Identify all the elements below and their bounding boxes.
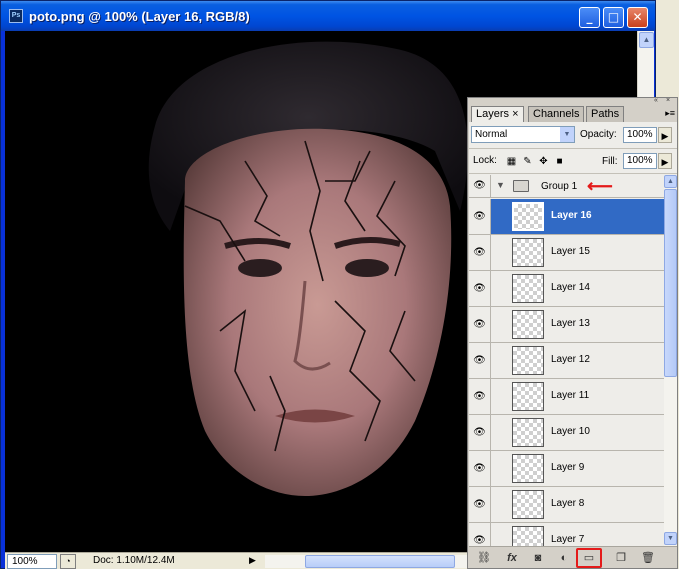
opacity-field[interactable]: 100% (623, 127, 657, 143)
blend-mode-select[interactable]: Normal ▼ (471, 126, 575, 143)
visibility-eye-icon[interactable]: 👁 (469, 307, 491, 342)
layers-scrollbar[interactable]: ▲ ▼ (664, 175, 677, 546)
tab-paths[interactable]: Paths (586, 106, 625, 122)
layer-thumbnail (512, 238, 544, 267)
layer-row[interactable]: 👁 Layer 11 (469, 379, 664, 415)
layer-row[interactable]: 👁 Layer 7 (469, 523, 664, 546)
layer-row[interactable]: 👁 Layer 14 (469, 271, 664, 307)
layer-name: Layer 11 (551, 390, 590, 401)
layer-name: Layer 15 (551, 246, 590, 257)
layer-thumbnail (512, 274, 544, 303)
tab-channels[interactable]: Channels (528, 106, 585, 122)
trash-icon[interactable]: 🗑 (639, 550, 657, 566)
layer-thumbnail (512, 490, 544, 519)
visibility-eye-icon[interactable]: 👁 (469, 199, 491, 234)
visibility-eye-icon[interactable]: 👁 (469, 175, 491, 197)
layer-thumbnail (512, 202, 544, 231)
layer-name: Layer 12 (551, 354, 590, 365)
visibility-eye-icon[interactable]: 👁 (469, 235, 491, 270)
layer-row[interactable]: 👁 Layer 8 (469, 487, 664, 523)
panel-body: Normal ▼ Opacity: 100% ▶ Lock: ▦ ✎ ✥ ■ F… (469, 122, 677, 568)
lock-position-icon[interactable]: ✥ (538, 156, 549, 167)
maximize-button[interactable]: □ (603, 7, 624, 28)
lock-image-icon[interactable]: ✎ (522, 156, 533, 167)
link-icon[interactable]: ⛓ (475, 550, 493, 566)
layer-thumbnail (512, 382, 544, 411)
close-button[interactable]: ✕ (627, 7, 648, 28)
layer-row[interactable]: 👁 Layer 10 (469, 415, 664, 451)
red-highlight-annotation (576, 548, 602, 568)
layer-name: Layer 9 (551, 462, 585, 473)
lock-all-icon[interactable]: ■ (554, 156, 565, 167)
new-layer-icon[interactable]: ❐ (612, 550, 630, 566)
scroll-down-icon[interactable]: ▼ (664, 532, 677, 545)
status-expand-icon[interactable]: ▶ (249, 555, 256, 566)
layer-name: Layer 13 (551, 318, 590, 329)
layer-row[interactable]: 👁 Layer 9 (469, 451, 664, 487)
visibility-eye-icon[interactable]: 👁 (469, 271, 491, 306)
panel-close-icon[interactable]: × (666, 97, 674, 105)
doc-size-info: Doc: 1.10M/12.4M (93, 555, 175, 566)
layer-row[interactable]: 👁 Layer 16 (469, 199, 664, 235)
tab-layers[interactable]: Layers × (471, 106, 524, 123)
visibility-eye-icon[interactable]: 👁 (469, 487, 491, 522)
expand-triangle-icon[interactable]: ▼ (496, 180, 505, 190)
fill-label: Fill: (602, 156, 618, 167)
layers-panel: « × Layers × Channels Paths ▸≡ Normal ▼ … (467, 97, 678, 569)
red-arrow-annotation: ⟵ (587, 176, 613, 196)
layer-thumbnail (512, 454, 544, 483)
folder-icon (513, 180, 529, 192)
layer-name: Layer 16 (551, 210, 592, 221)
layer-name: Layer 8 (551, 498, 585, 509)
opacity-slider-icon[interactable]: ▶ (658, 127, 672, 143)
status-menu-icon[interactable]: ◔ (60, 554, 76, 569)
layer-thumbnail (512, 526, 544, 546)
panel-menu-icon[interactable]: ▸≡ (665, 108, 675, 119)
layers-list: 👁 ▼ Group 1 ⟵ 👁 Layer 16 👁 Layer 15 👁 La… (469, 175, 664, 546)
horizontal-scroll-thumb[interactable] (305, 555, 455, 568)
scroll-up-icon[interactable]: ▲ (664, 175, 677, 188)
layer-name: Layer 10 (551, 426, 590, 437)
visibility-eye-icon[interactable]: 👁 (469, 451, 491, 486)
chevron-down-icon[interactable]: ▼ (560, 127, 574, 142)
layers-scroll-thumb[interactable] (664, 189, 677, 377)
panel-collapse-icon[interactable]: « (654, 97, 662, 105)
panel-header[interactable]: « × (468, 97, 677, 106)
fx-icon[interactable]: fx (503, 550, 521, 566)
layer-thumbnail (512, 418, 544, 447)
zoom-field[interactable]: 100% (7, 554, 57, 569)
visibility-eye-icon[interactable]: 👁 (469, 379, 491, 414)
window-title: poto.png @ 100% (Layer 16, RGB/8) (29, 9, 250, 24)
panel-tabs: Layers × Channels Paths (471, 106, 676, 123)
lock-label: Lock: (473, 155, 497, 166)
scroll-up-icon[interactable]: ▲ (639, 32, 654, 48)
layer-name: Layer 7 (551, 534, 585, 545)
layer-row[interactable]: 👁 Layer 15 (469, 235, 664, 271)
fill-slider-icon[interactable]: ▶ (658, 153, 672, 169)
tab-close-icon[interactable]: × (512, 108, 518, 120)
adjustment-icon[interactable]: ◐ (555, 550, 573, 566)
mask-icon[interactable]: ◙ (529, 550, 547, 566)
photoshop-icon: Ps (9, 9, 23, 23)
lock-transparent-icon[interactable]: ▦ (506, 156, 517, 167)
layer-row[interactable]: 👁 Layer 13 (469, 307, 664, 343)
visibility-eye-icon[interactable]: 👁 (469, 523, 491, 546)
layer-thumbnail (512, 310, 544, 339)
layer-row[interactable]: 👁 Layer 12 (469, 343, 664, 379)
layers-toolbar: ⛓ fx ◙ ◐ ▭ ❐ 🗑 (469, 546, 677, 568)
layer-thumbnail (512, 346, 544, 375)
fill-field[interactable]: 100% (623, 153, 657, 169)
visibility-eye-icon[interactable]: 👁 (469, 415, 491, 450)
group-row[interactable]: 👁 ▼ Group 1 ⟵ (469, 175, 664, 198)
title-bar[interactable]: Ps poto.png @ 100% (Layer 16, RGB/8) _ □… (1, 1, 655, 31)
visibility-eye-icon[interactable]: 👁 (469, 343, 491, 378)
layer-name: Layer 14 (551, 282, 590, 293)
minimize-button[interactable]: _ (579, 7, 600, 28)
group-name: Group 1 (541, 181, 578, 192)
opacity-label: Opacity: (580, 129, 617, 140)
